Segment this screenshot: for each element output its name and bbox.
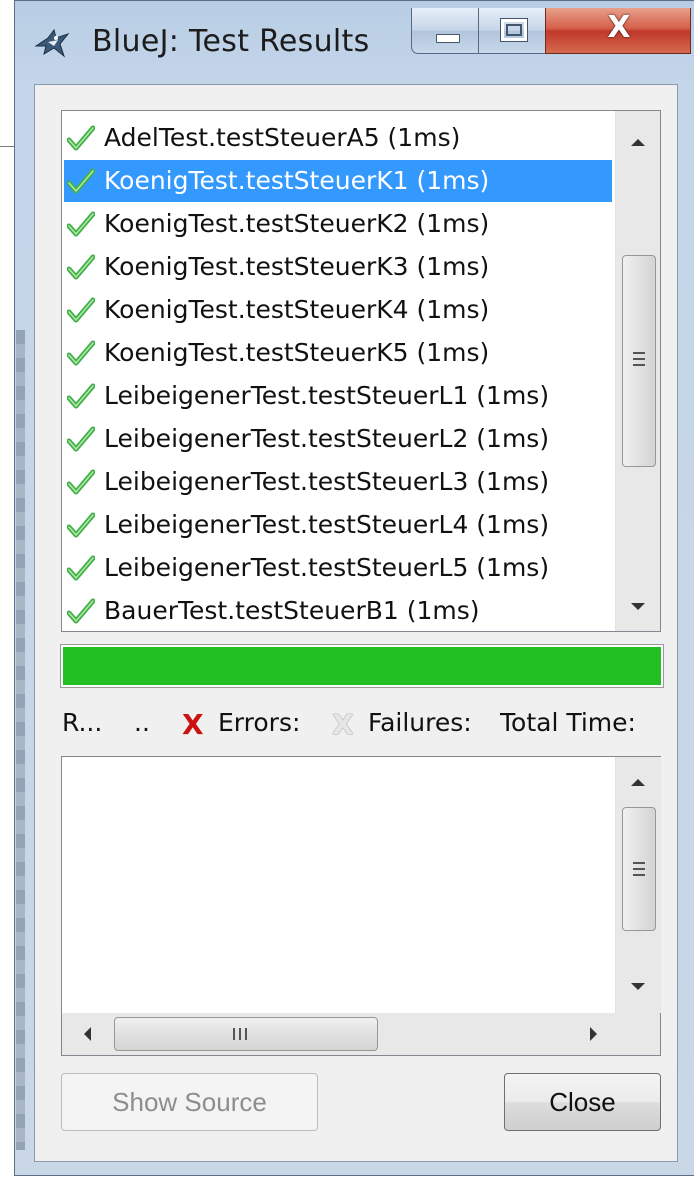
errors-label: Errors: bbox=[218, 708, 301, 737]
caption-buttons: X bbox=[411, 8, 691, 58]
test-list-item[interactable]: LeibeigenerTest.testSteuerL5 (1ms) bbox=[64, 547, 612, 589]
test-list-item[interactable]: LeibeigenerTest.testSteuerL4 (1ms) bbox=[64, 504, 612, 546]
test-passed-check-icon bbox=[67, 297, 95, 323]
test-list-item[interactable]: LeibeigenerTest.testSteuerL2 (1ms) bbox=[64, 418, 612, 460]
test-list-scrollbar[interactable] bbox=[615, 111, 660, 631]
test-name: KoenigTest.testSteuerK1 (1ms) bbox=[104, 166, 490, 195]
minimize-button[interactable] bbox=[411, 8, 479, 54]
test-list-item[interactable]: KoenigTest.testSteuerK1 (1ms) bbox=[64, 160, 612, 202]
test-list-item[interactable]: BauerTest.testSteuerB1 (1ms) bbox=[64, 590, 612, 631]
details-scroll-left-arrow[interactable] bbox=[84, 1027, 91, 1041]
test-name: LeibeigenerTest.testSteuerL4 (1ms) bbox=[104, 510, 550, 539]
window-close-button[interactable]: X bbox=[545, 8, 691, 54]
details-horizontal-thumb[interactable] bbox=[114, 1017, 378, 1051]
details-vertical-scrollbar[interactable] bbox=[615, 757, 661, 1013]
test-name: KoenigTest.testSteuerK5 (1ms) bbox=[104, 338, 490, 367]
test-passed-check-icon bbox=[67, 512, 95, 538]
test-list-item[interactable]: KoenigTest.testSteuerK5 (1ms) bbox=[64, 332, 612, 374]
test-name: KoenigTest.testSteuerK4 (1ms) bbox=[104, 295, 490, 324]
test-list-item[interactable]: LeibeigenerTest.testSteuerL1 (1ms) bbox=[64, 375, 612, 417]
failure-details-pane[interactable] bbox=[61, 756, 661, 1056]
test-name: LeibeigenerTest.testSteuerL5 (1ms) bbox=[104, 553, 550, 582]
test-name: KoenigTest.testSteuerK2 (1ms) bbox=[104, 209, 490, 238]
test-passed-check-icon bbox=[67, 383, 95, 409]
test-passed-check-icon bbox=[67, 125, 95, 151]
test-summary-line: R... .. X Errors: X Failures: Total Time… bbox=[62, 700, 662, 744]
test-name: LeibeigenerTest.testSteuerL1 (1ms) bbox=[104, 381, 550, 410]
test-progress-bar bbox=[60, 644, 664, 688]
test-passed-check-icon bbox=[67, 254, 95, 280]
test-name: KoenigTest.testSteuerK3 (1ms) bbox=[104, 252, 490, 281]
bluej-bird-icon bbox=[34, 28, 70, 58]
test-passed-check-icon bbox=[67, 555, 95, 581]
error-icon: X bbox=[182, 708, 204, 741]
total-time-label: Total Time: bbox=[500, 708, 636, 737]
test-list-item[interactable]: KoenigTest.testSteuerK4 (1ms) bbox=[64, 289, 612, 331]
test-progress-fill bbox=[63, 647, 661, 685]
details-vertical-thumb[interactable] bbox=[622, 807, 656, 931]
test-list-scroll-thumb[interactable] bbox=[622, 255, 656, 467]
test-list[interactable]: AdelTest.testSteuerA5 (1ms) KoenigTest.te… bbox=[61, 110, 661, 632]
details-scroll-up-arrow[interactable] bbox=[631, 779, 645, 786]
test-list-item[interactable]: LeibeigenerTest.testSteuerL3 (1ms) bbox=[64, 461, 612, 503]
details-horizontal-scrollbar[interactable] bbox=[62, 1013, 660, 1055]
details-scroll-right-arrow[interactable] bbox=[590, 1027, 597, 1041]
window-title: BlueJ: Test Results bbox=[92, 24, 370, 59]
test-name: LeibeigenerTest.testSteuerL2 (1ms) bbox=[104, 424, 550, 453]
scroll-up-arrow[interactable] bbox=[631, 139, 645, 146]
failures-label: Failures: bbox=[368, 708, 472, 737]
test-list-item[interactable]: KoenigTest.testSteuerK2 (1ms) bbox=[64, 203, 612, 245]
show-source-button[interactable]: Show Source bbox=[61, 1073, 318, 1131]
close-button[interactable]: Close bbox=[504, 1073, 661, 1131]
test-passed-check-icon bbox=[67, 426, 95, 452]
test-passed-check-icon bbox=[67, 598, 95, 624]
test-name: AdelTest.testSteuerA5 (1ms) bbox=[104, 123, 461, 152]
test-list-item[interactable]: AdelTest.testSteuerA5 (1ms) bbox=[64, 117, 612, 159]
test-passed-check-icon bbox=[67, 469, 95, 495]
minimize-icon bbox=[436, 34, 460, 43]
window-left-edge bbox=[16, 330, 25, 1150]
test-passed-check-icon bbox=[67, 168, 95, 194]
runs-value: .. bbox=[134, 708, 150, 737]
test-passed-check-icon bbox=[67, 211, 95, 237]
runs-label: R... bbox=[62, 708, 103, 737]
test-list-item[interactable]: KoenigTest.testSteuerK3 (1ms) bbox=[64, 246, 612, 288]
details-scroll-down-arrow[interactable] bbox=[631, 983, 645, 990]
test-name: LeibeigenerTest.testSteuerL3 (1ms) bbox=[104, 467, 550, 496]
failure-icon: X bbox=[332, 708, 354, 741]
test-name: BauerTest.testSteuerB1 (1ms) bbox=[104, 596, 480, 625]
scroll-down-arrow[interactable] bbox=[631, 603, 645, 610]
maximize-icon bbox=[500, 18, 528, 42]
close-icon: X bbox=[607, 10, 631, 45]
test-passed-check-icon bbox=[67, 340, 95, 366]
maximize-button[interactable] bbox=[478, 8, 546, 54]
